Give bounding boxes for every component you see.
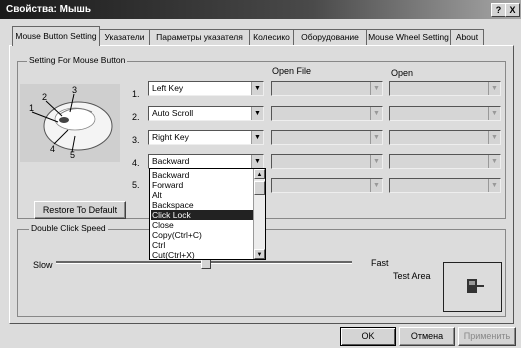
- tab-mouse-wheel-setting[interactable]: Mouse Wheel Setting: [366, 29, 451, 45]
- dropdown-scrollbar[interactable]: ▲ ▼: [253, 169, 265, 259]
- button-1-action-value: Left Key: [152, 83, 184, 93]
- mouse-illustration: 1 2 3 4 5: [20, 84, 120, 162]
- fast-label: Fast: [371, 258, 389, 268]
- cancel-button[interactable]: Отмена: [399, 327, 455, 346]
- chevron-down-icon: ▼: [488, 155, 500, 168]
- button-4-action-value: Backward: [152, 156, 190, 166]
- button-1-open-select[interactable]: ▼: [389, 81, 501, 96]
- chevron-down-icon: ▼: [370, 107, 382, 120]
- row-3-number: 3.: [132, 135, 140, 145]
- row-4-number: 4.: [132, 158, 140, 168]
- row-2-number: 2.: [132, 112, 140, 122]
- dropdown-option[interactable]: Backward: [151, 170, 253, 180]
- button-4-open-select[interactable]: ▼: [389, 154, 501, 169]
- button-2-action-value: Auto Scroll: [152, 108, 194, 118]
- callout-4: 4: [50, 144, 56, 154]
- button-5-open-file-select[interactable]: ▼: [271, 178, 383, 193]
- dropdown-option[interactable]: Forward: [151, 180, 253, 190]
- apply-button[interactable]: Применить: [458, 327, 516, 346]
- window-title: Свойства: Мышь: [6, 4, 91, 15]
- dropdown-option[interactable]: Ctrl: [151, 240, 253, 250]
- row-1-number: 1.: [132, 89, 140, 99]
- slow-label: Slow: [33, 260, 53, 270]
- tab-pointer-options[interactable]: Параметры указателя: [149, 29, 250, 45]
- chevron-down-icon: ▼: [370, 179, 382, 192]
- button-3-open-file-select[interactable]: ▼: [271, 130, 383, 145]
- chevron-down-icon: ▼: [488, 107, 500, 120]
- tab-hardware[interactable]: Оборудование: [293, 29, 367, 45]
- chevron-down-icon: ▼: [370, 82, 382, 95]
- help-button[interactable]: ?: [491, 3, 506, 17]
- ok-button[interactable]: OK: [340, 327, 396, 346]
- button-5-open-select[interactable]: ▼: [389, 178, 501, 193]
- button-3-action-value: Right Key: [152, 132, 189, 142]
- button-4-action-select[interactable]: Backward ▼: [148, 154, 264, 169]
- dropdown-option[interactable]: Backspace: [151, 200, 253, 210]
- mouse-button-group-label: Setting For Mouse Button: [27, 55, 128, 65]
- tab-about[interactable]: About: [450, 29, 484, 45]
- chevron-down-icon: ▼: [488, 82, 500, 95]
- dropdown-option[interactable]: Alt: [151, 190, 253, 200]
- callout-5: 5: [70, 150, 76, 160]
- chevron-down-icon: ▼: [488, 131, 500, 144]
- button-2-open-select[interactable]: ▼: [389, 106, 501, 121]
- button-2-action-select[interactable]: Auto Scroll ▼: [148, 106, 264, 121]
- title-bar: Свойства: Мышь ? X: [0, 0, 521, 19]
- test-area-label: Test Area: [393, 271, 431, 281]
- restore-default-button[interactable]: Restore To Default: [34, 201, 126, 219]
- tab-mouse-button-setting[interactable]: Mouse Button Setting: [12, 26, 100, 46]
- chevron-down-icon: ▼: [370, 155, 382, 168]
- action-dropdown-list[interactable]: Backward Forward Alt Backspace Click Loc…: [149, 168, 266, 260]
- dropdown-option[interactable]: Copy(Ctrl+C): [151, 230, 253, 240]
- scroll-thumb[interactable]: [254, 181, 265, 195]
- callout-2: 2: [42, 92, 48, 102]
- chevron-down-icon: ▼: [251, 155, 263, 168]
- chevron-down-icon: ▼: [251, 131, 263, 144]
- tab-pointers[interactable]: Указатели: [99, 29, 150, 45]
- button-3-action-select[interactable]: Right Key ▼: [148, 130, 264, 145]
- double-click-group-label: Double Click Speed: [29, 223, 108, 233]
- button-1-open-file-select[interactable]: ▼: [271, 81, 383, 96]
- chevron-down-icon: ▼: [251, 107, 263, 120]
- open-file-header: Open File: [272, 66, 312, 76]
- button-2-open-file-select[interactable]: ▼: [271, 106, 383, 121]
- button-4-open-file-select[interactable]: ▼: [271, 154, 383, 169]
- scroll-up-icon[interactable]: ▲: [254, 169, 265, 179]
- test-folder-icon: [467, 279, 484, 293]
- callout-1: 1: [29, 103, 35, 113]
- dropdown-option-selected[interactable]: Click Lock: [151, 210, 253, 220]
- open-header: Open: [391, 68, 414, 78]
- chevron-down-icon: ▼: [370, 131, 382, 144]
- button-1-action-select[interactable]: Left Key ▼: [148, 81, 264, 96]
- callout-3: 3: [72, 85, 78, 95]
- test-area[interactable]: [443, 262, 502, 312]
- dropdown-option[interactable]: Close: [151, 220, 253, 230]
- chevron-down-icon: ▼: [251, 82, 263, 95]
- row-5-number: 5.: [132, 180, 140, 190]
- tab-wheel[interactable]: Колесико: [249, 29, 294, 45]
- close-button[interactable]: X: [505, 3, 520, 17]
- dropdown-option[interactable]: Cut(Ctrl+X): [151, 250, 253, 259]
- scroll-down-icon[interactable]: ▼: [254, 249, 265, 259]
- chevron-down-icon: ▼: [488, 179, 500, 192]
- button-3-open-select[interactable]: ▼: [389, 130, 501, 145]
